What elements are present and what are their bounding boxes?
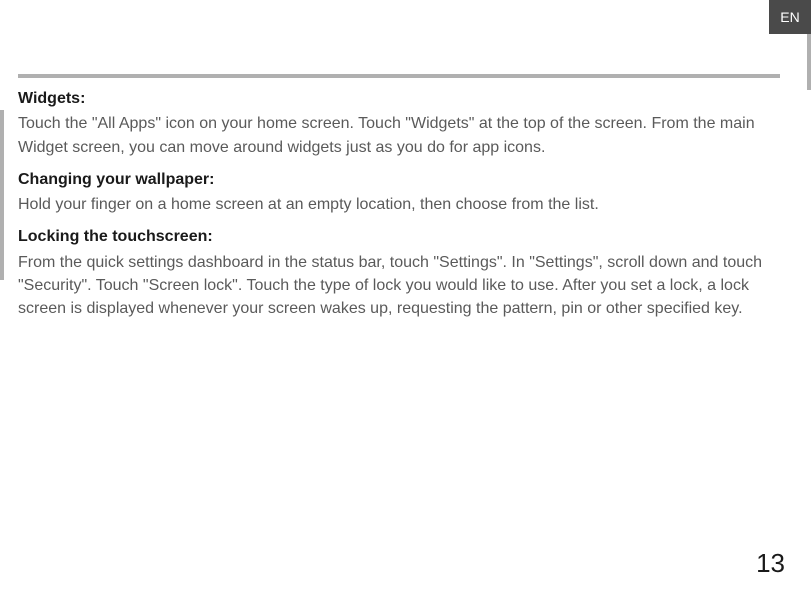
page-number: 13 <box>756 548 785 579</box>
left-side-indicator <box>0 110 4 280</box>
language-tab: EN <box>769 0 811 34</box>
widgets-heading: Widgets: <box>18 88 771 110</box>
section-divider <box>18 74 780 78</box>
locking-heading: Locking the touchscreen: <box>18 226 771 248</box>
widgets-body: Touch the "All Apps" icon on your home s… <box>18 112 771 158</box>
wallpaper-body: Hold your finger on a home screen at an … <box>18 193 771 216</box>
page-content: Widgets: Touch the "All Apps" icon on yo… <box>18 74 771 330</box>
wallpaper-heading: Changing your wallpaper: <box>18 169 771 191</box>
locking-body: From the quick settings dashboard in the… <box>18 251 771 321</box>
right-side-indicator <box>807 34 811 90</box>
